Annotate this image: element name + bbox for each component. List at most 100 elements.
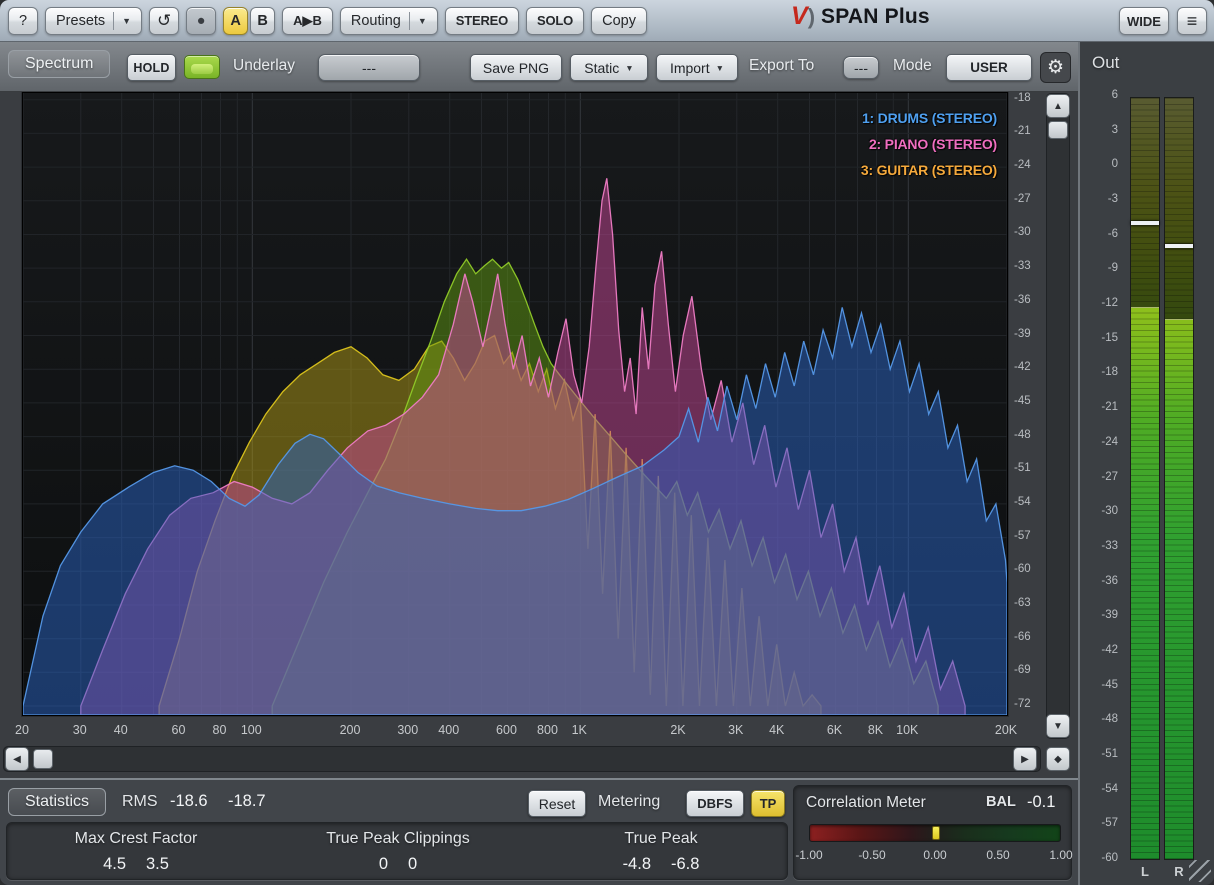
bal-value: -0.1 xyxy=(1027,793,1055,812)
spectrum-color-button[interactable] xyxy=(184,55,220,79)
out-scale-label: -48 xyxy=(1082,713,1118,725)
out-scale-label: -12 xyxy=(1082,297,1118,309)
underlay-select[interactable]: --- xyxy=(318,54,420,81)
correlation-scale-label: 1.00 xyxy=(1039,848,1083,862)
preset-a-button[interactable]: A xyxy=(223,7,248,35)
out-scale-label: -3 xyxy=(1082,193,1118,205)
hold-button[interactable]: HOLD xyxy=(127,54,176,81)
stereo-button[interactable]: STEREO xyxy=(445,7,519,35)
frequency-tick-label: 4K xyxy=(769,723,784,737)
frequency-tick-label: 400 xyxy=(438,723,459,737)
rms-value-left: -18.6 xyxy=(170,792,208,811)
tab-spectrum[interactable]: Spectrum xyxy=(8,50,110,78)
db-tick-label: -69 xyxy=(1014,664,1031,676)
out-scale-label: -9 xyxy=(1082,262,1118,274)
out-scale-label: -6 xyxy=(1082,228,1118,240)
db-tick-label: -39 xyxy=(1014,328,1031,340)
frequency-tick-label: 80 xyxy=(213,723,227,737)
scroll-right-button[interactable]: ▶ xyxy=(1013,747,1037,771)
help-button[interactable]: ? xyxy=(8,7,38,35)
vertical-scrollbar[interactable] xyxy=(1046,93,1070,739)
voxengo-logo-icon: V xyxy=(791,4,808,29)
wide-button[interactable]: WIDE xyxy=(1119,7,1169,35)
crest-value-left: 4.5 xyxy=(103,855,126,874)
frequency-tick-label: 800 xyxy=(537,723,558,737)
frequency-axis: 20304060801002003004006008001K2K3K4K6K8K… xyxy=(0,716,1046,746)
voxengo-logo-mark-icon: ) xyxy=(808,6,815,28)
meter-unlit-right xyxy=(1165,98,1193,320)
out-scale-label: -60 xyxy=(1082,852,1118,864)
db-tick-label: -30 xyxy=(1014,226,1031,238)
dbfs-button[interactable]: DBFS xyxy=(686,790,744,817)
frequency-tick-label: 2K xyxy=(670,723,685,737)
reset-button[interactable]: Reset xyxy=(528,790,586,817)
clippings-value-left: 0 xyxy=(379,855,388,874)
out-scale-label: -15 xyxy=(1082,332,1118,344)
ab-compare-group: A B xyxy=(223,7,275,35)
correlation-scale-label: -1.00 xyxy=(787,848,831,862)
span-plus-window: ? Presets ▼ ↺ ● A B A▶B Routing ▼ STEREO… xyxy=(0,0,1214,885)
db-axis: -18-21-24-27-30-33-36-39-42-45-48-51-54-… xyxy=(1010,92,1044,716)
level-meter-right[interactable] xyxy=(1164,97,1194,860)
a-to-b-copy-button[interactable]: A▶B xyxy=(282,7,333,35)
export-to-select[interactable]: --- xyxy=(843,56,879,79)
mode-select[interactable]: USER xyxy=(946,54,1032,81)
hscroll-thumb[interactable] xyxy=(33,749,53,769)
vscroll-thumb[interactable] xyxy=(1048,121,1068,139)
true-peak-clippings-group: True Peak Clippings 0 0 xyxy=(288,830,508,874)
out-scale-label: -42 xyxy=(1082,644,1118,656)
out-scale-label: -18 xyxy=(1082,366,1118,378)
scroll-up-button[interactable]: ▲ xyxy=(1046,94,1070,118)
db-tick-label: -54 xyxy=(1014,496,1031,508)
preset-b-button[interactable]: B xyxy=(250,7,275,35)
led-glow xyxy=(191,64,213,74)
frequency-tick-label: 1K xyxy=(572,723,587,737)
correlation-bar xyxy=(809,824,1061,842)
spectrum-plot[interactable]: 1: DRUMS (STEREO)2: PIANO (STEREO)3: GUI… xyxy=(22,92,1008,716)
max-crest-factor-group: Max Crest Factor 4.5 3.5 xyxy=(26,830,246,874)
tp-button[interactable]: TP xyxy=(751,790,785,817)
solo-button[interactable]: SOLO xyxy=(526,7,584,35)
presets-divider xyxy=(113,12,114,30)
peak-marker-right xyxy=(1165,244,1193,248)
tab-statistics[interactable]: Statistics xyxy=(8,788,106,816)
db-tick-label: -45 xyxy=(1014,395,1031,407)
scroll-down-button[interactable]: ▼ xyxy=(1046,714,1070,738)
level-meter-left[interactable] xyxy=(1130,97,1160,860)
save-png-button[interactable]: Save PNG xyxy=(470,54,562,81)
import-label: Import xyxy=(670,60,710,76)
import-dropdown[interactable]: Import ▼ xyxy=(656,54,738,81)
zoom-diamond-button[interactable]: ◆ xyxy=(1046,747,1070,771)
brand: V ) SPAN Plus xyxy=(791,4,930,29)
correlation-scale-label: 0.50 xyxy=(976,848,1020,862)
static-dropdown[interactable]: Static ▼ xyxy=(570,54,648,81)
presets-dropdown-icon[interactable]: ▼ xyxy=(122,16,131,26)
out-title: Out xyxy=(1092,53,1119,73)
out-scale-label: -57 xyxy=(1082,817,1118,829)
spectrum-display-area: 1: DRUMS (STEREO)2: PIANO (STEREO)3: GUI… xyxy=(0,92,1078,778)
correlation-marker xyxy=(932,826,940,840)
horizontal-scrollbar[interactable] xyxy=(3,746,1041,772)
scroll-left-button[interactable]: ◀ xyxy=(5,747,29,771)
frequency-tick-label: 30 xyxy=(73,723,87,737)
routing-dropdown-icon[interactable]: ▼ xyxy=(418,16,427,26)
resize-grip[interactable] xyxy=(1189,860,1211,882)
statistics-panel: Statistics RMS -18.6 -18.7 Reset Meterin… xyxy=(0,778,1078,885)
record-toggle-icon[interactable]: ● xyxy=(186,7,216,35)
db-tick-label: -33 xyxy=(1014,260,1031,272)
correlation-scale-label: -0.50 xyxy=(850,848,894,862)
undo-icon[interactable]: ↺ xyxy=(149,7,179,35)
out-scale-label: -36 xyxy=(1082,575,1118,587)
true-pe​ak-group: True Peak -4.8 -6.8 xyxy=(551,830,771,874)
settings-gear-icon[interactable]: ⚙ xyxy=(1040,52,1071,83)
db-tick-label: -21 xyxy=(1014,125,1031,137)
db-tick-label: -66 xyxy=(1014,631,1031,643)
frequency-tick-label: 8K xyxy=(868,723,883,737)
out-scale-label: 3 xyxy=(1082,124,1118,136)
copy-button[interactable]: Copy xyxy=(591,7,647,35)
frequency-tick-label: 6K xyxy=(827,723,842,737)
routing-button[interactable]: Routing ▼ xyxy=(340,7,438,35)
menu-icon[interactable]: ≡ xyxy=(1177,7,1207,35)
spectrum-toolbar: Spectrum HOLD Underlay --- Save PNG Stat… xyxy=(0,42,1078,92)
presets-button[interactable]: Presets ▼ xyxy=(45,7,142,35)
